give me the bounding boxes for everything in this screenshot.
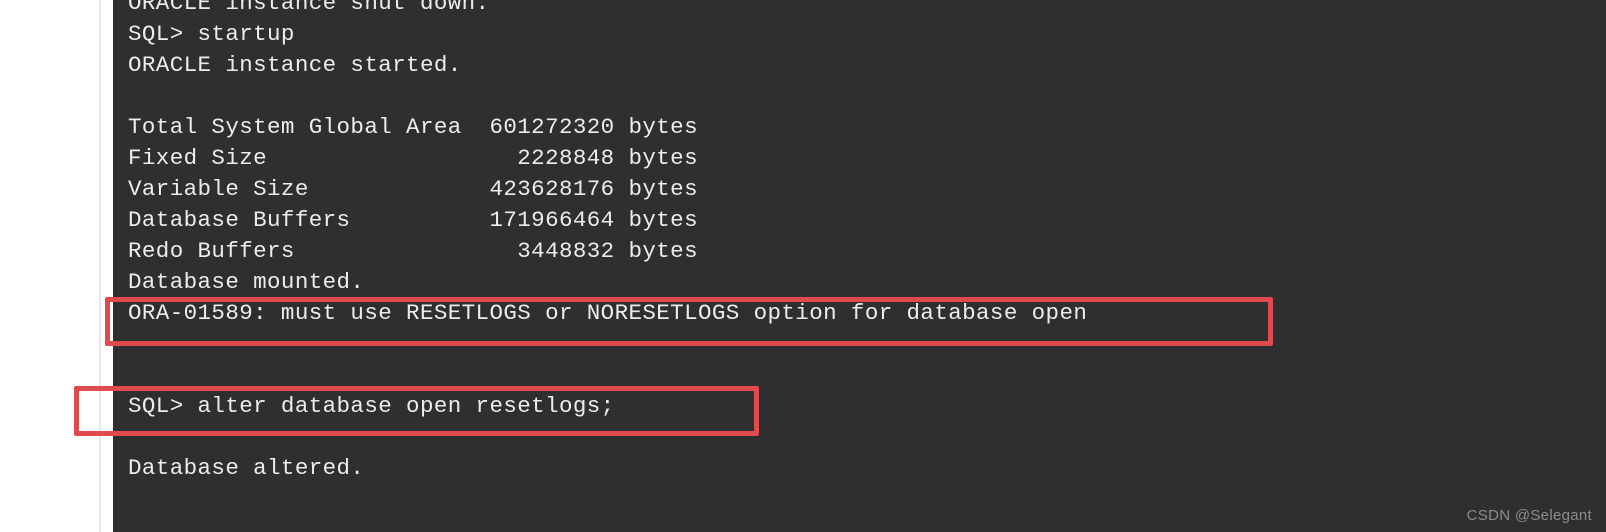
terminal-line-sga-total: Total System Global Area 601272320 bytes [128, 114, 698, 140]
page-left-margin [0, 0, 113, 532]
terminal-panel[interactable]: ORACLE instance shut down. SQL> startup … [113, 0, 1606, 532]
terminal-line: ORACLE instance shut down. [128, 0, 490, 16]
watermark: CSDN @Selegant [1466, 507, 1592, 524]
screenshot-root: ORACLE instance shut down. SQL> startup … [0, 0, 1606, 532]
terminal-line-error-ora-01589: ORA-01589: must use RESETLOGS or NORESET… [128, 300, 1088, 326]
terminal-line-command-startup: SQL> startup [128, 21, 295, 47]
terminal-line-fixed-size: Fixed Size 2228848 bytes [128, 145, 698, 171]
terminal-line-redo-buffers: Redo Buffers 3448832 bytes [128, 238, 698, 264]
terminal-line-variable-size: Variable Size 423628176 bytes [128, 176, 698, 202]
page-margin-rule [99, 0, 101, 532]
terminal-line-database-altered: Database altered. [128, 455, 365, 481]
terminal-line-database-buffers: Database Buffers 171966464 bytes [128, 207, 698, 233]
terminal-output: ORACLE instance shut down. SQL> startup … [128, 0, 1598, 515]
terminal-line-command-alter-database: SQL> alter database open resetlogs; [128, 393, 615, 419]
terminal-line: ORACLE instance started. [128, 52, 462, 78]
terminal-line-database-mounted: Database mounted. [128, 269, 365, 295]
